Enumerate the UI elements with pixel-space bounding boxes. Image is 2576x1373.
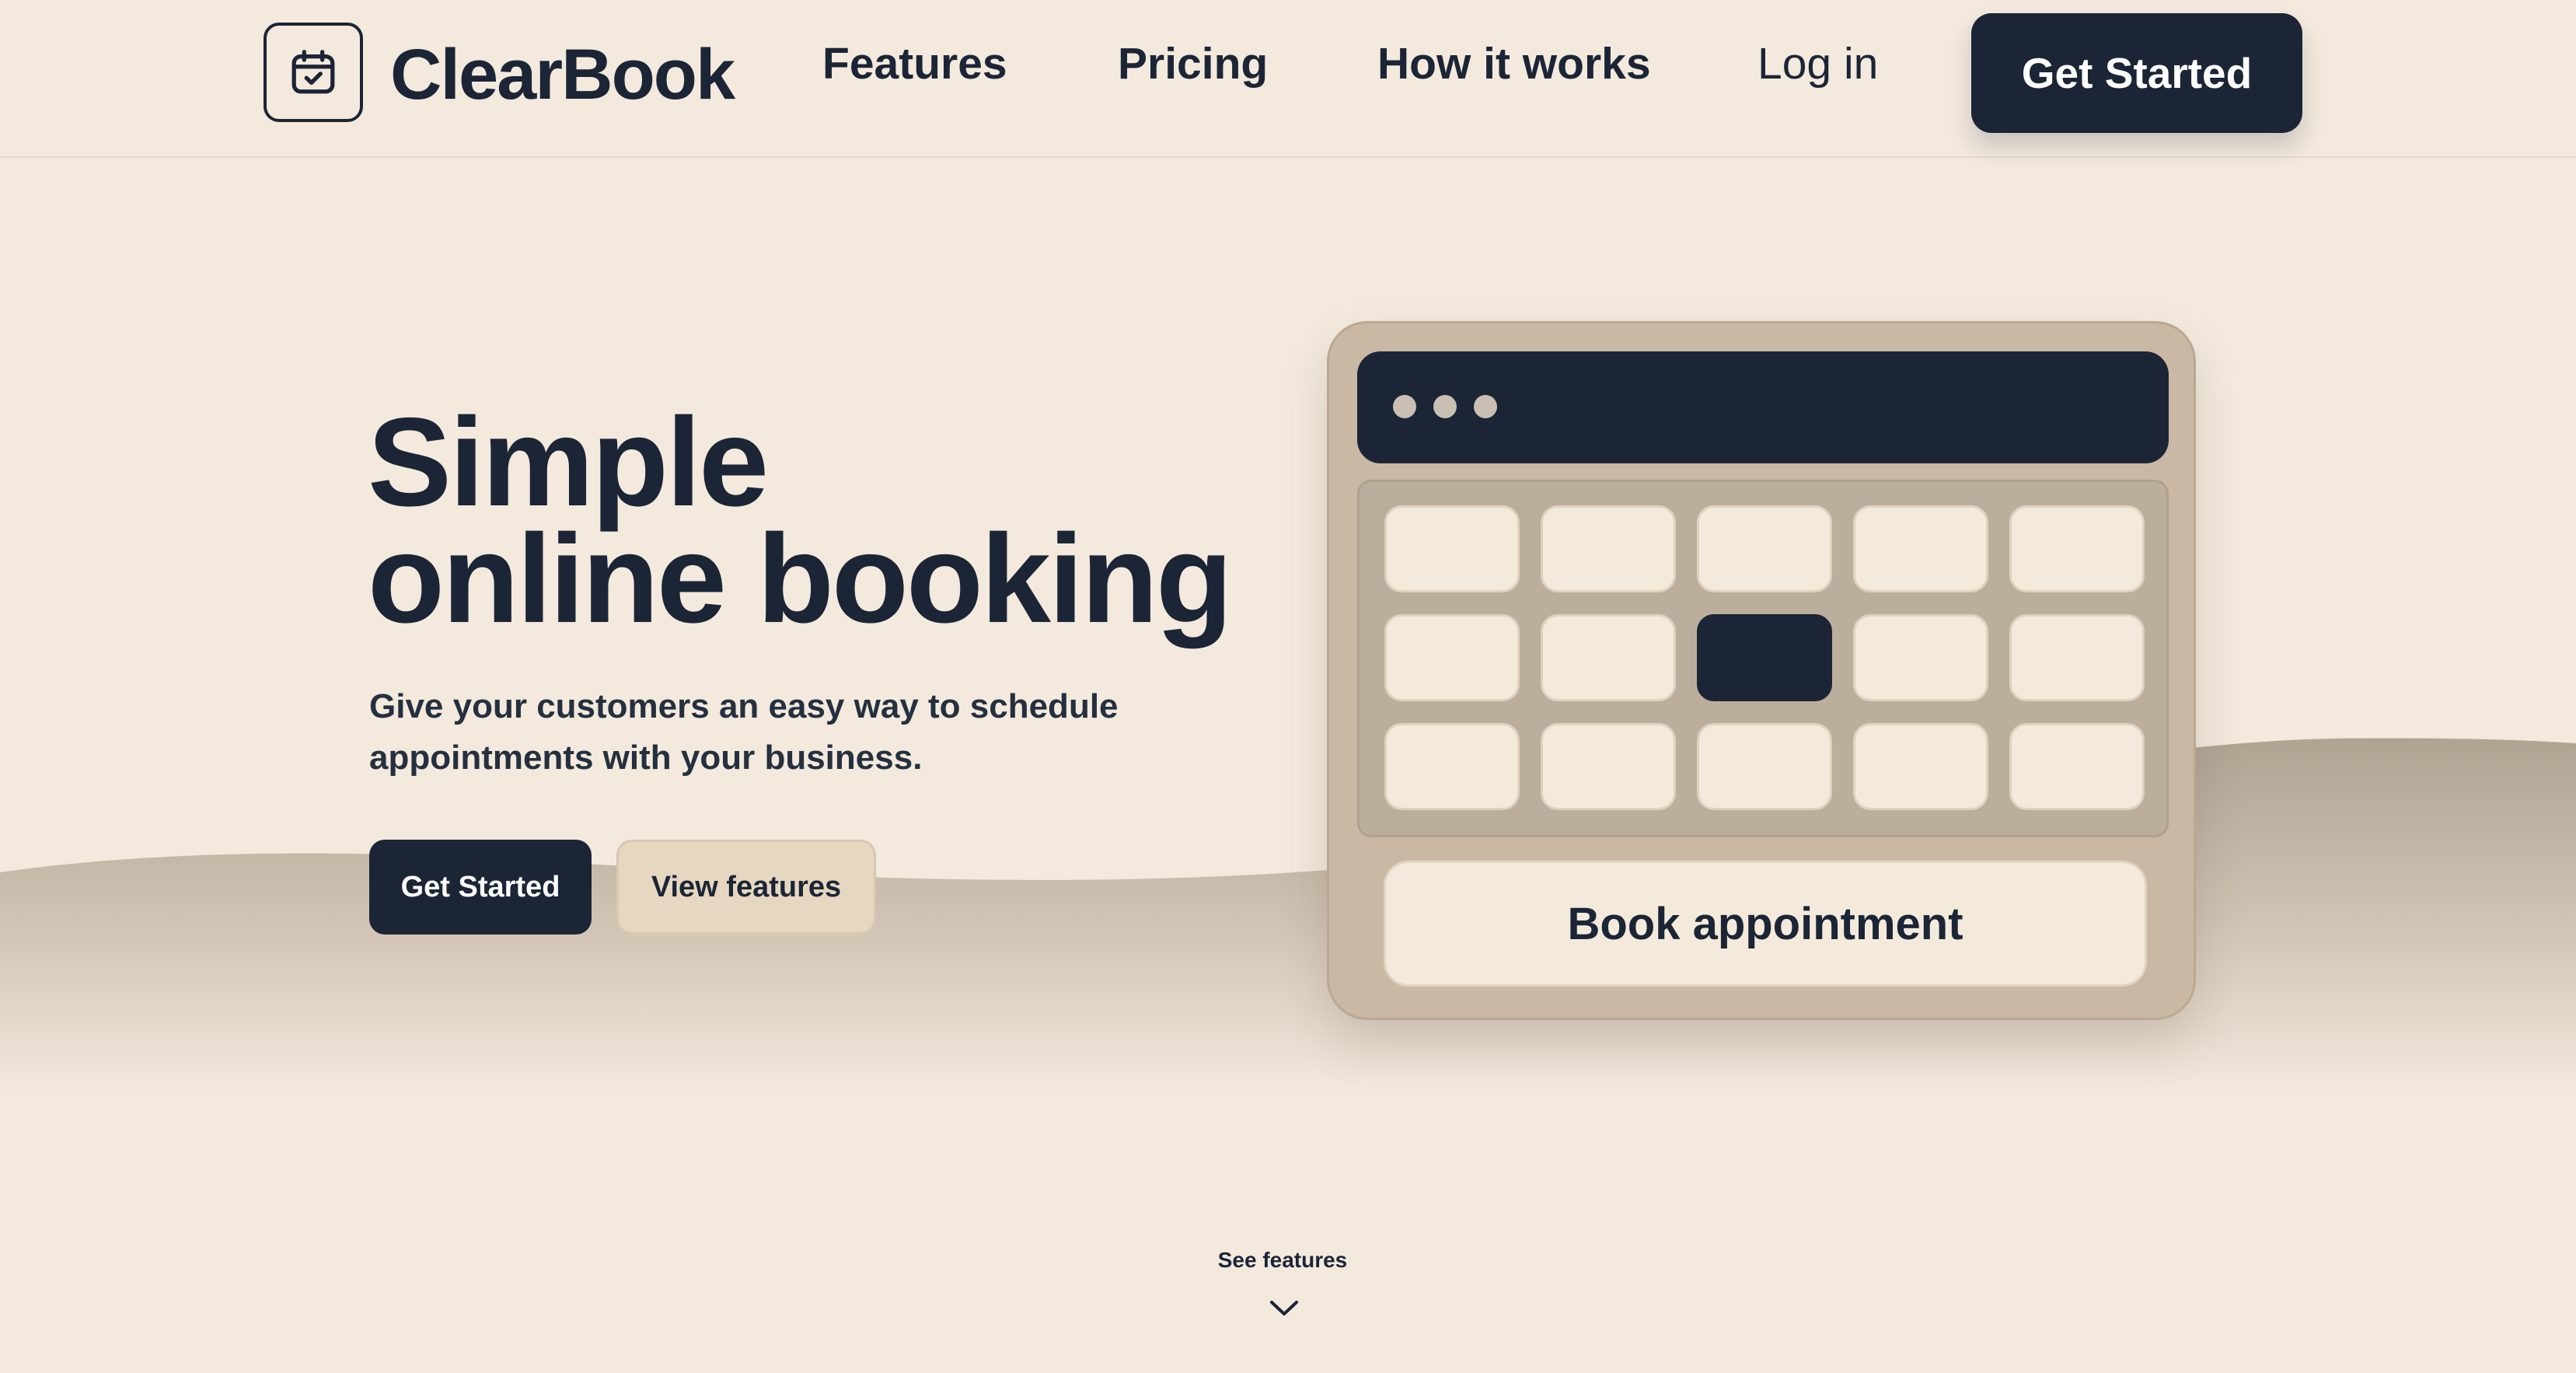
time-slot[interactable] xyxy=(2009,723,2145,810)
view-features-button[interactable]: View features xyxy=(616,840,876,935)
time-slot-selected[interactable] xyxy=(1697,614,1832,701)
time-slot[interactable] xyxy=(1697,723,1832,810)
time-slot[interactable] xyxy=(1697,505,1832,592)
hero-subtitle: Give your customers an easy way to sched… xyxy=(369,687,1119,777)
time-slot[interactable] xyxy=(2009,614,2145,701)
hero-title-line2: online booking xyxy=(368,508,1233,649)
time-slot[interactable] xyxy=(1853,505,1988,592)
time-slot[interactable] xyxy=(1541,614,1676,701)
time-slot[interactable] xyxy=(1853,723,1988,810)
hero-title: Simple online booking xyxy=(368,392,1339,649)
book-appointment-button[interactable]: Book appointment xyxy=(1384,861,2147,987)
time-slot[interactable] xyxy=(1384,505,1520,592)
see-features-link[interactable]: See features xyxy=(1166,1248,1399,1273)
nav-pricing[interactable]: Pricing xyxy=(1118,36,1268,92)
time-slot[interactable] xyxy=(2009,505,2145,592)
logo-icon[interactable] xyxy=(264,23,363,122)
brand-name[interactable]: ClearBook xyxy=(390,28,735,121)
booking-widget: Book appointment xyxy=(1327,321,2196,1020)
time-slot[interactable] xyxy=(1853,614,1988,701)
time-slot-grid xyxy=(1357,480,2169,837)
widget-title-bar xyxy=(1357,351,2169,463)
hero-get-started-button[interactable]: Get Started xyxy=(369,840,592,935)
window-dot xyxy=(1433,395,1457,418)
window-dot xyxy=(1393,395,1416,418)
time-slot[interactable] xyxy=(1384,614,1520,701)
header-get-started-button[interactable]: Get Started xyxy=(1971,13,2302,133)
calendar-check-icon xyxy=(291,50,335,94)
nav-how-it-works[interactable]: How it works xyxy=(1377,36,1651,92)
login-link[interactable]: Log in xyxy=(1757,36,1878,92)
nav-features[interactable]: Features xyxy=(822,36,1007,92)
hero-title-line1: Simple xyxy=(368,392,769,533)
time-slot[interactable] xyxy=(1541,723,1676,810)
time-slot[interactable] xyxy=(1541,505,1676,592)
window-dot xyxy=(1474,395,1497,418)
time-slot[interactable] xyxy=(1384,723,1520,810)
site-header: ClearBook Features Pricing How it works … xyxy=(0,0,2576,158)
chevron-down-icon[interactable] xyxy=(1267,1297,1301,1320)
